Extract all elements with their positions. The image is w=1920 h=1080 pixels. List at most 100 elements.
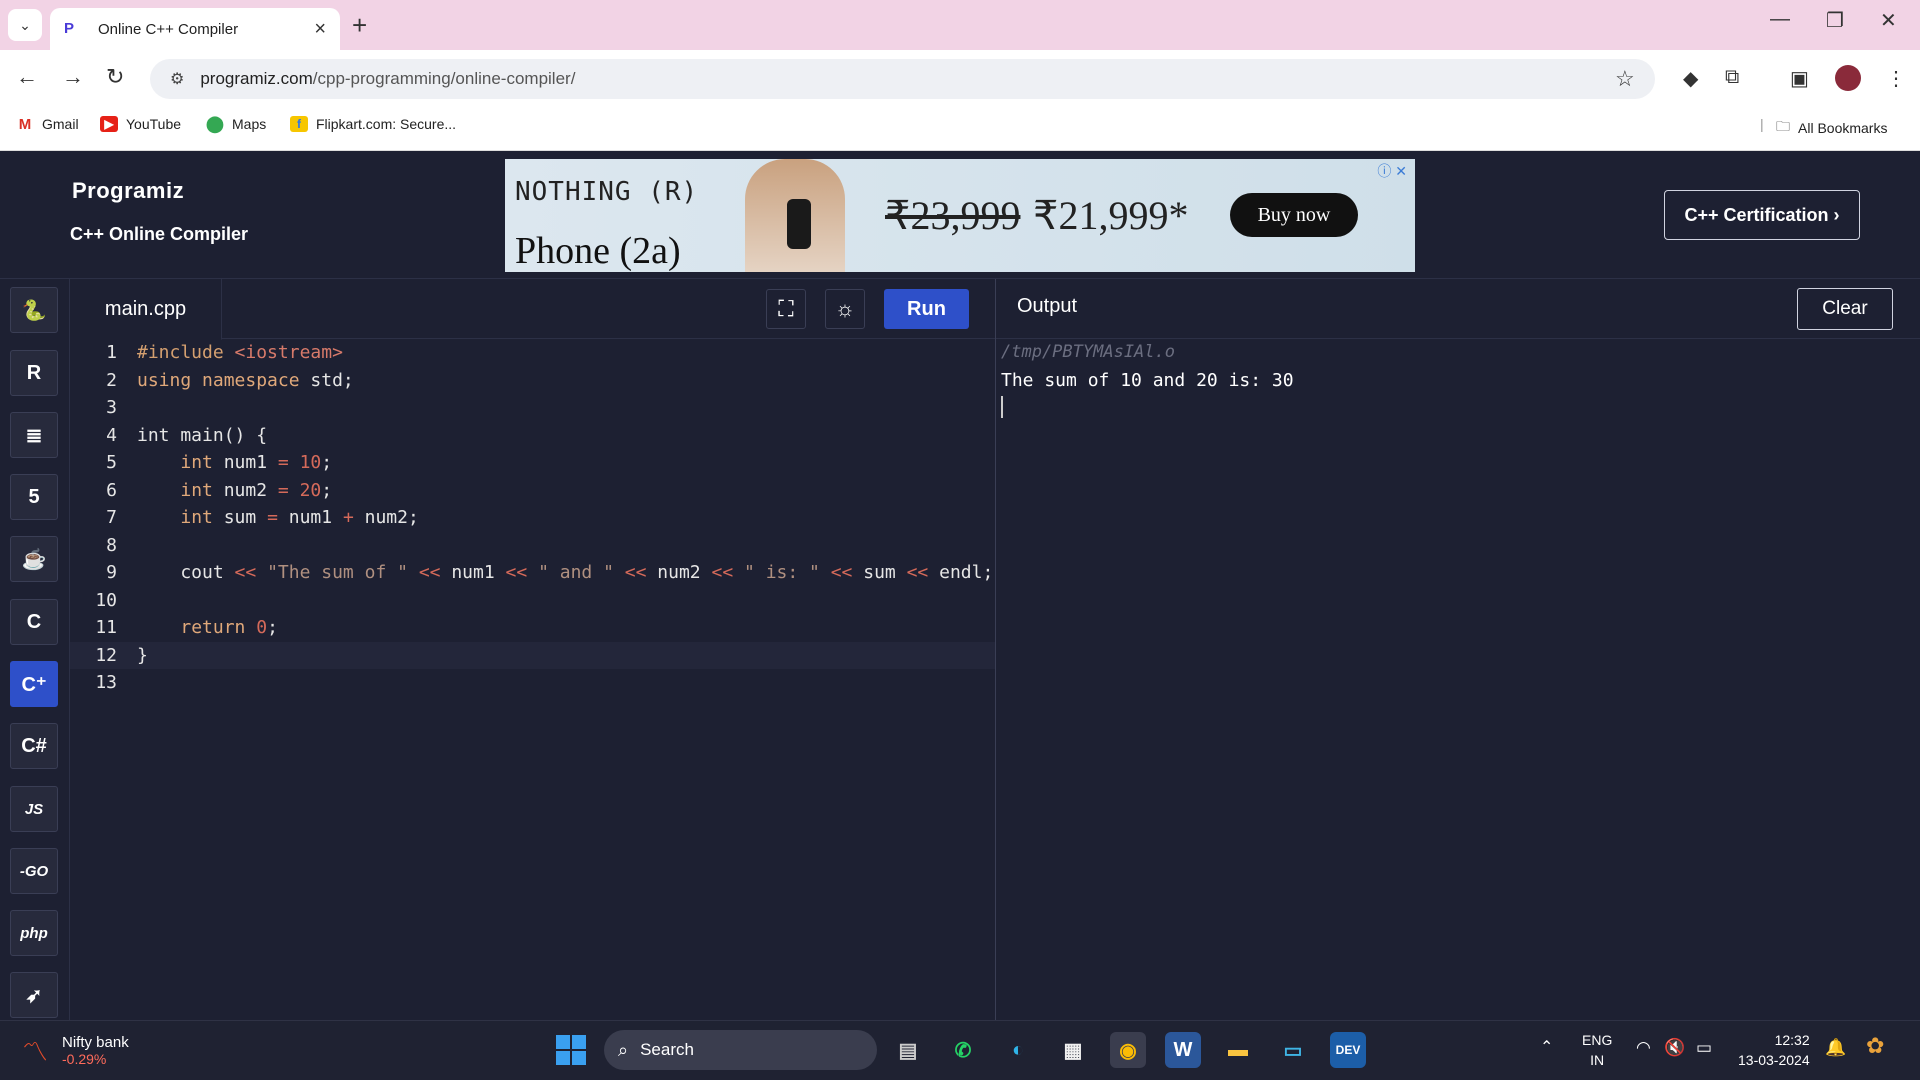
bookmark-flipkart[interactable]: f Flipkart.com: Secure... [290, 116, 456, 132]
code-text: return 0; [180, 617, 278, 639]
ad-product: Phone (2a) [515, 230, 681, 272]
file-tab-main-cpp[interactable]: main.cpp [70, 279, 222, 340]
whatsapp-icon[interactable]: ✆ [945, 1032, 981, 1068]
php-icon[interactable]: php [10, 910, 58, 956]
line-number: 8 [106, 534, 117, 556]
code-line: 1 #include <iostream> [70, 339, 995, 367]
code-line: 6 int num2 = 20; [70, 477, 995, 505]
ad-choices-icon[interactable]: ⓘ ✕ [1377, 161, 1407, 181]
ad-buy-now-button[interactable]: Buy now [1230, 193, 1358, 237]
microsoft-store-icon[interactable]: ▦ [1055, 1032, 1091, 1068]
minimize-icon[interactable]: — [1770, 8, 1790, 31]
java-icon[interactable]: ☕ [10, 536, 58, 582]
back-icon[interactable]: ← [16, 64, 38, 90]
market-trend-icon: 〽 [22, 1037, 49, 1067]
code-line: 4 int main() { [70, 422, 995, 450]
notification-bell-icon[interactable]: 🔔 [1825, 1038, 1846, 1058]
code-text: #include <iostream> [137, 342, 343, 364]
copilot-icon[interactable]: ✿ [1866, 1035, 1884, 1057]
advertisement-banner[interactable]: NOTHING (R) Phone (2a) ₹23,999 ₹21,999* … [505, 159, 1415, 272]
bookmark-maps[interactable]: ⬤ Maps [206, 116, 266, 133]
forward-icon[interactable]: → [62, 64, 84, 90]
address-bar[interactable]: ⚙ programiz.com/cpp-programming/online-c… [150, 59, 1655, 99]
word-icon[interactable]: W [1165, 1032, 1201, 1068]
search-icon: ⌕ [618, 1039, 629, 1060]
bookmark-youtube[interactable]: ▶ YouTube [100, 116, 181, 132]
code-line: 8 [70, 532, 995, 560]
restore-icon[interactable]: ❐ [1826, 8, 1844, 33]
line-number: 1 [106, 342, 117, 364]
taskbar-search[interactable]: ⌕ Search [604, 1030, 877, 1070]
bookmarks-bar [0, 108, 1920, 151]
file-explorer-icon[interactable]: ▬ [1220, 1032, 1256, 1068]
clear-button[interactable]: Clear [1797, 288, 1893, 330]
bookmark-star-icon[interactable]: ☆ [1615, 66, 1635, 92]
ad-brand: NOTHING (R) [515, 177, 699, 207]
profile-avatar[interactable] [1835, 65, 1861, 91]
r-language-icon[interactable]: R [10, 350, 58, 396]
dev-cpp-icon[interactable]: DEV [1330, 1032, 1366, 1068]
new-tab-icon[interactable]: + [352, 10, 367, 41]
menu-kebab-icon[interactable]: ⋮ [1886, 66, 1906, 91]
go-language-icon[interactable]: -GO [10, 848, 58, 894]
extension-icon[interactable]: ◆ [1683, 66, 1698, 91]
market-widget[interactable]: 〽 Nifty bank -0.29% [22, 1032, 129, 1069]
line-number: 10 [95, 589, 117, 611]
javascript-icon[interactable]: JS [10, 786, 58, 832]
battery-icon[interactable]: ▭ [1696, 1038, 1712, 1058]
ad-phone-image [787, 199, 811, 249]
line-number: 4 [106, 424, 117, 446]
code-line: 5 int num1 = 10; [70, 449, 995, 477]
desktop-icon[interactable]: ▭ [1275, 1032, 1311, 1068]
page-subtitle: C++ Online Compiler [70, 224, 249, 244]
extensions-puzzle-icon[interactable]: ⧉ [1725, 66, 1739, 89]
line-number: 5 [106, 452, 117, 474]
line-number: 2 [106, 369, 117, 391]
sql-database-icon[interactable]: ≣ [10, 412, 58, 458]
code-line-active: 12} [70, 641, 995, 669]
task-view-icon[interactable]: ▤ [890, 1032, 926, 1068]
panel-divider[interactable] [995, 279, 996, 1020]
side-panel-icon[interactable]: ▣ [1790, 66, 1809, 91]
line-number: 12 [95, 644, 117, 666]
language-indicator[interactable]: ENG IN [1582, 1030, 1612, 1070]
swift-icon[interactable]: ➶ [10, 972, 58, 1018]
clock[interactable]: 12:32 13-03-2024 [1738, 1030, 1810, 1070]
code-text: int sum = num1 + num2; [180, 507, 419, 529]
wifi-icon[interactable]: ◠ [1636, 1038, 1651, 1058]
close-window-icon[interactable]: ✕ [1880, 8, 1897, 33]
edge-icon[interactable]: ◐ [1000, 1032, 1036, 1068]
tray-overflow-icon[interactable]: ⌃ [1540, 1038, 1553, 1058]
output-title: Output [1017, 295, 1078, 317]
python-icon[interactable]: 🐍 [10, 287, 58, 333]
output-input-caret[interactable] [1001, 396, 1003, 418]
site-info-icon[interactable]: ⚙ [170, 69, 184, 89]
code-text: int main() { [137, 424, 268, 446]
volume-muted-icon[interactable]: 🔇 [1664, 1038, 1685, 1058]
programiz-logo[interactable]: Programiz [72, 178, 184, 204]
url-text: programiz.com/cpp-programming/online-com… [200, 69, 576, 88]
tab-search-dropdown[interactable]: ⌄ [8, 9, 42, 41]
certification-button[interactable]: C++ Certification › [1664, 190, 1860, 240]
windows-start-icon[interactable] [556, 1035, 586, 1065]
c-language-icon[interactable]: C [10, 599, 58, 645]
fullscreen-icon[interactable]: ⛶ [766, 289, 806, 329]
code-line: 11 return 0; [70, 614, 995, 642]
youtube-icon: ▶ [100, 116, 118, 132]
line-number: 6 [106, 479, 117, 501]
theme-toggle-sun-icon[interactable]: ☼ [825, 289, 865, 329]
csharp-language-icon[interactable]: C# [10, 723, 58, 769]
code-editor[interactable]: 1 #include <iostream> 2 using namespace st… [70, 339, 995, 1020]
reload-icon[interactable]: ↻ [106, 64, 124, 90]
bookmark-gmail[interactable]: M Gmail [16, 116, 79, 133]
run-button[interactable]: Run [884, 289, 969, 329]
close-tab-icon[interactable]: × [314, 18, 326, 41]
cpp-language-icon[interactable]: C⁺ [10, 661, 58, 707]
all-bookmarks[interactable]: 🗀 All Bookmarks [1776, 116, 1887, 140]
browser-tab[interactable]: P Online C++ Compiler × [50, 8, 340, 50]
html5-icon[interactable]: 5 [10, 474, 58, 520]
chrome-icon[interactable]: ◉ [1110, 1032, 1146, 1068]
market-change: -0.29% [62, 1051, 107, 1067]
maps-pin-icon: ⬤ [206, 116, 224, 133]
code-text: cout << "The sum of " << num1 << " and "… [137, 562, 994, 584]
